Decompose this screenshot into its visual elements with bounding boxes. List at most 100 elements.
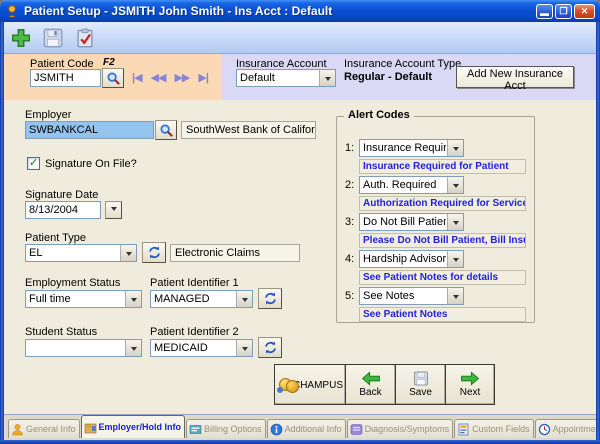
student-status-select[interactable] — [25, 339, 142, 357]
insurance-account-select[interactable]: Default — [236, 69, 336, 87]
alert-code-1-number: 1: — [345, 142, 354, 154]
chevron-down-icon — [447, 177, 463, 193]
close-button[interactable]: ✕ — [574, 4, 595, 19]
alert-code-1-note: Insurance Required for Patient — [359, 159, 526, 174]
save-icon — [413, 371, 429, 386]
tab-additional-info[interactable]: Additional Info — [267, 419, 346, 438]
chevron-down-icon — [447, 214, 463, 230]
chevron-down-icon — [236, 291, 252, 307]
verify-button[interactable] — [71, 25, 99, 51]
insurance-panel: Insurance Account Default Insurance Acco… — [222, 54, 596, 100]
minimize-icon: ▬ — [540, 9, 549, 18]
nav-first-icon[interactable]: |◀ — [132, 71, 142, 84]
signature-date-input[interactable] — [25, 201, 101, 219]
alert-code-5-note: See Patient Notes — [359, 307, 526, 322]
chevron-down-icon — [111, 207, 117, 214]
diagnosis-icon — [350, 423, 363, 436]
patient-setup-window: Patient Setup - JSMITH John Smith - Ins … — [0, 0, 600, 444]
employer-label: Employer — [25, 109, 71, 121]
nav-last-icon[interactable]: ▶| — [198, 71, 208, 84]
next-arrow-icon — [460, 371, 480, 386]
patient-identifier-1-refresh-button[interactable] — [258, 288, 282, 309]
close-icon: ✕ — [581, 7, 589, 16]
signature-date-dropdown-button[interactable] — [105, 201, 122, 219]
person-icon — [11, 423, 24, 436]
alert-code-3-number: 3: — [345, 216, 354, 228]
nav-next-icon[interactable]: ▶▶ — [174, 71, 189, 84]
toolbar — [4, 22, 596, 54]
tab-general-info[interactable]: General Info — [8, 419, 80, 438]
signature-date-label: Signature Date — [25, 189, 98, 201]
save-button[interactable]: Save — [395, 364, 446, 405]
tab-billing-options[interactable]: Billing Options — [186, 419, 266, 438]
patient-identifier-1-label: Patient Identifier 1 — [150, 277, 239, 289]
add-new-insurance-acct-button[interactable]: Add New Insurance Acct — [456, 66, 574, 88]
title-bar: Patient Setup - JSMITH John Smith - Ins … — [0, 0, 600, 22]
patient-code-input[interactable] — [30, 69, 101, 87]
tab-appointments[interactable]: Appointments — [535, 419, 596, 438]
chevron-down-icon — [125, 291, 141, 307]
back-arrow-icon — [361, 371, 381, 386]
patient-type-label: Patient Type — [25, 232, 86, 244]
alert-code-4-note: See Patient Notes for details — [359, 270, 526, 285]
employment-status-select[interactable]: Full time — [25, 290, 142, 308]
employment-status-label: Employment Status — [25, 277, 120, 289]
chevron-down-icon — [447, 288, 463, 304]
patient-type-refresh-button[interactable] — [142, 242, 166, 263]
save-icon — [43, 28, 63, 48]
window-border-bottom — [0, 440, 600, 444]
alert-code-4-select[interactable]: Hardship Advisory — [359, 250, 464, 268]
window-border-left — [0, 22, 4, 444]
search-icon — [106, 71, 121, 86]
tab-custom-fields[interactable]: Custom Fields — [454, 419, 534, 438]
maximize-button[interactable]: ❒ — [555, 4, 572, 19]
patient-type-select[interactable]: EL — [25, 244, 137, 262]
add-icon — [11, 28, 31, 48]
employer-name-field: SouthWest Bank of California — [181, 121, 316, 139]
tab-employer-hold-info[interactable]: Employer/Hold Info — [81, 415, 186, 438]
refresh-icon — [263, 291, 278, 306]
back-button[interactable]: Back — [345, 364, 396, 405]
student-status-label: Student Status — [25, 326, 97, 338]
insurance-account-type-label: Insurance Account Type — [344, 58, 461, 70]
add-patient-button[interactable] — [7, 25, 35, 51]
tab-strip: General Info Employer/Hold Info Billing … — [4, 414, 596, 440]
refresh-icon — [147, 245, 162, 260]
patient-identifier-2-select[interactable]: MEDICAID — [150, 339, 253, 357]
alert-code-3-select[interactable]: Do Not Bill Patient — [359, 213, 464, 231]
patient-type-description-field: Electronic Claims — [170, 244, 300, 262]
alert-codes-group: Alert Codes 1: Insurance Required Insura… — [336, 116, 535, 323]
alert-codes-title: Alert Codes — [344, 109, 414, 121]
patient-identifier-1-select[interactable]: MANAGED — [150, 290, 253, 308]
billing-icon — [189, 423, 202, 436]
alert-code-1-select[interactable]: Insurance Required — [359, 139, 464, 157]
chevron-down-icon — [120, 245, 136, 261]
alert-code-5-select[interactable]: See Notes — [359, 287, 464, 305]
chevron-down-icon — [447, 251, 463, 267]
patient-identifier-2-refresh-button[interactable] — [258, 337, 282, 358]
clock-icon — [538, 423, 551, 436]
window-title: Patient Setup - JSMITH John Smith - Ins … — [24, 4, 536, 18]
signature-on-file-label: Signature On File? — [45, 158, 137, 170]
header-band: Patient Code F2 |◀ ◀◀ ▶▶ ▶| Insurance Ac… — [4, 54, 596, 100]
action-bar: CHAMPUS Back Save Next — [275, 364, 495, 405]
tab-diagnosis-symptoms[interactable]: Diagnosis/Symptoms — [347, 419, 454, 438]
minimize-button[interactable]: ▬ — [536, 4, 553, 19]
refresh-icon — [263, 340, 278, 355]
insurance-account-type-value: Regular - Default — [344, 71, 432, 83]
signature-on-file-checkbox[interactable] — [27, 157, 40, 170]
save-toolbar-button[interactable] — [39, 25, 67, 51]
chevron-down-icon — [447, 140, 463, 156]
employer-code-input[interactable] — [25, 121, 154, 139]
employer-search-button[interactable] — [155, 120, 177, 140]
alert-code-2-select[interactable]: Auth. Required — [359, 176, 464, 194]
chevron-down-icon — [125, 340, 141, 356]
nav-previous-icon[interactable]: ◀◀ — [151, 71, 166, 84]
next-button[interactable]: Next — [445, 364, 495, 405]
alert-code-4-number: 4: — [345, 253, 354, 265]
app-icon — [5, 4, 19, 18]
patient-code-panel: Patient Code F2 |◀ ◀◀ ▶▶ ▶| — [4, 54, 222, 100]
patient-code-search-button[interactable] — [102, 68, 124, 88]
custom-fields-icon — [457, 423, 470, 436]
champus-button[interactable]: CHAMPUS — [274, 364, 346, 405]
